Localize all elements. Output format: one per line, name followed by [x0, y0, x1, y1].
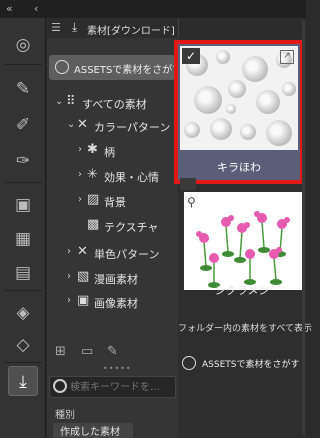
expand-arrow-icon[interactable]: ⌄	[55, 96, 63, 107]
tree-item-label: 漫画素材	[94, 273, 138, 286]
material-name: キラほわ	[217, 161, 261, 174]
panel-title: 素材[ダウンロード]	[87, 26, 175, 37]
assets-search-label: ASSETSで素材をさがす	[202, 360, 300, 370]
scrollbar[interactable]	[302, 20, 305, 435]
double-chevron-left-icon[interactable]: «	[6, 2, 13, 15]
material-search-icon[interactable]: ◎	[8, 30, 38, 60]
tree-item-image[interactable]: › ▣ 画像素材	[47, 291, 178, 313]
show-all-in-folder-button[interactable]: フォルダー内の素材をすべて表示	[178, 321, 312, 334]
tool-strip: ◎ ✎ ✐ ✑ ▣ ▦ ▤ ◈ ◇ ⤓	[0, 18, 46, 438]
assets-search-button[interactable]: ASSETSで素材をさがす	[49, 55, 182, 80]
tree-item-all[interactable]: ⌄ ⠿ すべての素材	[47, 92, 178, 114]
assets-logo-icon	[182, 356, 196, 370]
layer-panel-icon[interactable]: ▣	[8, 190, 38, 220]
tree-item-label: テクスチャ	[104, 221, 159, 234]
manga-icon: ▧	[77, 269, 90, 284]
tree-item-background[interactable]: › ▨ 背景	[47, 190, 178, 212]
expand-arrow-icon[interactable]: ›	[78, 194, 82, 205]
material-card-kirahowa[interactable]: ✓ ↗ キラほわ	[174, 40, 304, 184]
tree-item-mono-pattern[interactable]: › ✕ 単色パターン	[47, 242, 178, 264]
expand-arrow-icon[interactable]: ›	[67, 246, 71, 257]
divider	[4, 64, 42, 65]
edit-icon[interactable]: ↗	[280, 50, 294, 64]
divider	[4, 182, 42, 183]
pen-tool-icon[interactable]: ✎	[8, 74, 38, 104]
material-name: シクラメン	[214, 284, 270, 297]
tree-item-effect[interactable]: › ✳ 効果・心情	[47, 165, 178, 187]
image-icon: ▣	[77, 293, 90, 308]
expand-arrow-icon[interactable]: ›	[67, 271, 71, 282]
card-tab	[180, 178, 196, 190]
assets-search-button-secondary[interactable]: ASSETSで素材をさがす	[178, 351, 306, 375]
texture-icon: ▩	[87, 217, 100, 232]
expand-arrow-icon[interactable]: ›	[78, 169, 82, 180]
pane-header	[178, 18, 306, 38]
kind-label: 種別	[55, 410, 75, 421]
download-material-icon[interactable]: ⤓	[8, 366, 38, 396]
mono-pattern-icon: ✕	[77, 244, 88, 259]
tree-item-label: すべての素材	[82, 98, 147, 111]
divider	[4, 290, 42, 291]
tree-item-color-pattern[interactable]: ⌄ ✕ カラーパターン	[47, 115, 178, 137]
pin-icon: ⚲	[187, 195, 196, 209]
menu-icon[interactable]: ☰	[51, 21, 61, 34]
color-pattern-icon: ✕	[77, 117, 88, 132]
pattern-icon: ✱	[87, 142, 98, 157]
tree-item-manga[interactable]: › ▧ 漫画素材	[47, 267, 178, 289]
edit-folder-icon[interactable]: ✎	[107, 344, 118, 359]
effect-icon: ✳	[87, 167, 98, 182]
palette-grid-icon[interactable]: ▦	[8, 224, 38, 254]
download-icon: ⤓	[72, 20, 78, 34]
kind-tag-button[interactable]: 作成した素材	[53, 423, 133, 438]
material-thumbnail: ✓ ↗	[180, 46, 298, 150]
background-icon: ▨	[87, 192, 100, 207]
tree-item-label: 単色パターン	[94, 248, 160, 261]
search-input[interactable]	[70, 379, 174, 395]
folder-settings-icon[interactable]: ▭	[81, 344, 93, 359]
stack-layers-icon[interactable]: ◇	[8, 330, 38, 360]
tree-toolbar: ⊞ ▭ ✎	[47, 340, 178, 362]
assets-search-label: ASSETSで素材をさがす	[74, 65, 183, 76]
resize-handle[interactable]: •••••	[103, 364, 132, 373]
chevron-left-icon[interactable]: ‹	[34, 2, 38, 15]
layer-property-icon[interactable]: ◈	[8, 298, 38, 328]
film-icon[interactable]: ▤	[8, 258, 38, 288]
tree-item-pattern[interactable]: › ✱ 柄	[47, 140, 178, 162]
top-bar: « ‹	[0, 0, 306, 18]
search-icon	[53, 379, 67, 393]
divider	[4, 362, 42, 363]
search-box[interactable]	[49, 376, 176, 398]
assets-logo-icon	[55, 60, 69, 74]
material-tree-panel: ☰ ⤓ 素材[ダウンロード] ASSETSで素材をさがす ⌄ ⠿ すべての素材 …	[47, 18, 182, 438]
brush-target-icon[interactable]: ✑	[8, 146, 38, 176]
tree-item-texture[interactable]: ▩ テクスチャ	[47, 215, 178, 237]
cyclamen-illustration	[196, 211, 290, 288]
material-list-pane: ✓ ↗ キラほわ ⚲ シクラメン フォルダー内の素材をすべて表示 ASSETSで…	[174, 18, 312, 438]
expand-arrow-icon[interactable]: ›	[78, 144, 82, 155]
tree-item-label: 画像素材	[94, 297, 138, 310]
tree-item-label: 背景	[104, 196, 126, 209]
tree-item-label: 柄	[104, 146, 115, 159]
tree-item-label: 効果・心情	[104, 171, 159, 184]
expand-arrow-icon[interactable]: ⌄	[67, 119, 75, 130]
brush-settings-icon[interactable]: ✐	[8, 110, 38, 140]
check-icon[interactable]: ✓	[182, 48, 200, 64]
material-card-cyclamen[interactable]: ⚲	[184, 192, 302, 290]
new-folder-icon[interactable]: ⊞	[55, 344, 66, 359]
tree-item-label: カラーパターン	[94, 121, 171, 134]
grid-dots-icon: ⠿	[66, 94, 76, 109]
tree-header: ☰ ⤓ 素材[ダウンロード]	[47, 18, 178, 38]
expand-arrow-icon[interactable]: ›	[67, 295, 71, 306]
